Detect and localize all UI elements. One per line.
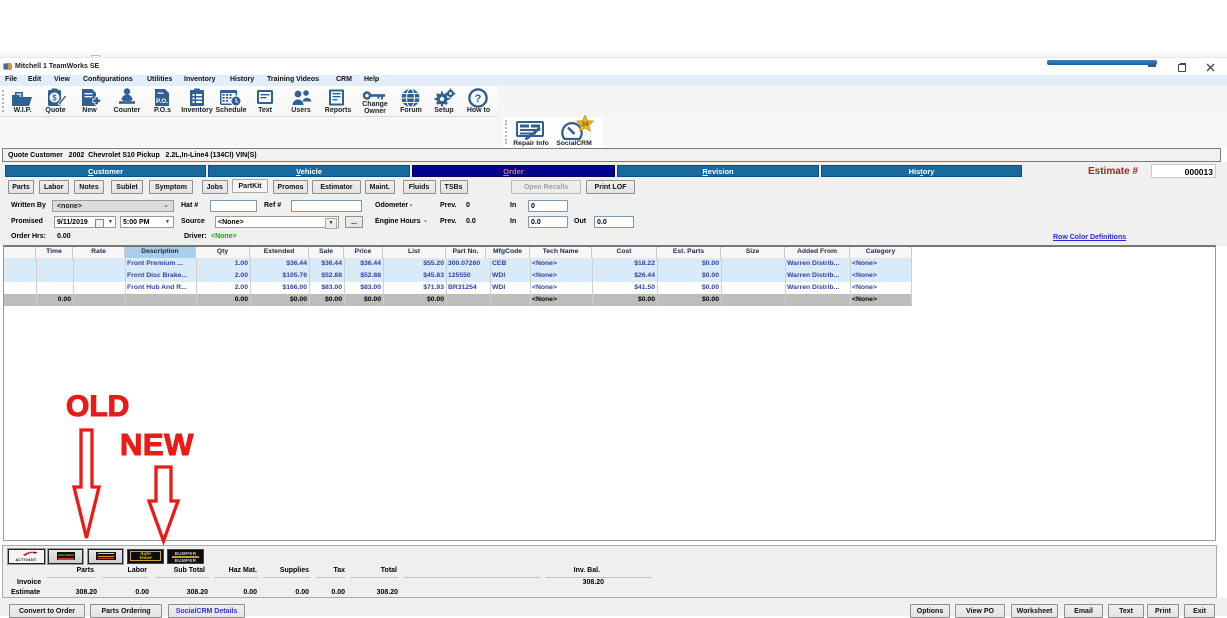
svg-text:34: 34 bbox=[581, 121, 589, 128]
svg-text:ACTIVANT: ACTIVANT bbox=[15, 558, 37, 562]
svg-text:$: $ bbox=[52, 94, 57, 103]
svg-text:?: ? bbox=[475, 93, 482, 105]
svg-text:P.O.: P.O. bbox=[156, 98, 168, 105]
